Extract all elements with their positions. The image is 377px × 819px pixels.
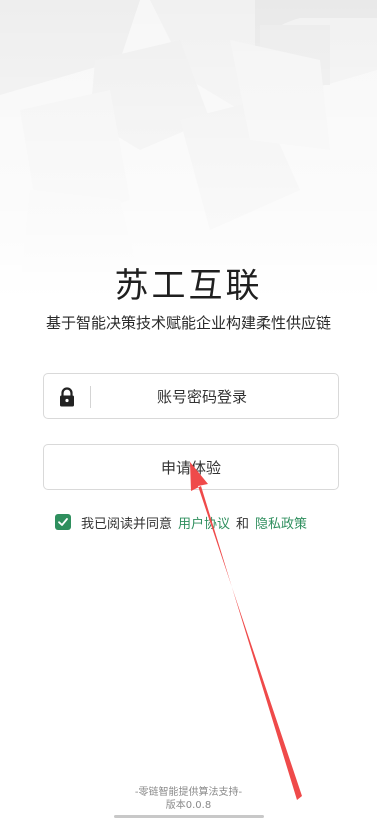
- app-subtitle: 基于智能决策技术赋能企业构建柔性供应链: [45, 314, 331, 332]
- agreement-prefix: 我已阅读并同意: [81, 516, 173, 532]
- apply-trial-label: 申请体验: [160, 458, 221, 477]
- password-login-button[interactable]: 账号密码登录: [43, 373, 339, 419]
- background-graphic: [0, 0, 377, 300]
- app-title: 苏工互联: [114, 266, 263, 306]
- home-indicator[interactable]: [114, 815, 264, 818]
- version-text: 版本0.0.8: [165, 800, 212, 811]
- password-login-label: 账号密码登录: [156, 387, 247, 406]
- user-agreement-link[interactable]: 用户协议: [178, 513, 230, 532]
- agreement-row: 我已阅读并同意 用户协议 和 隐私政策: [55, 512, 307, 532]
- check-icon: [58, 518, 68, 526]
- agreement-conjunction: 和: [236, 516, 250, 532]
- privacy-policy-link[interactable]: 隐私政策: [255, 513, 307, 532]
- agreement-checkbox[interactable]: [55, 514, 71, 530]
- apply-trial-button[interactable]: 申请体验: [43, 444, 339, 490]
